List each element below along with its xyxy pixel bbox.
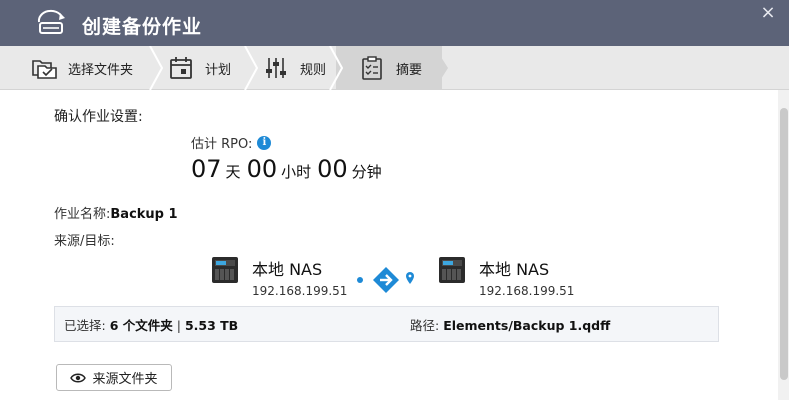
rpo-days: 07 (191, 155, 222, 183)
sliders-icon (266, 58, 286, 78)
step-separator (149, 46, 164, 90)
selected-separator: | (176, 317, 181, 333)
source-nas-name: 本地 NAS (252, 260, 323, 279)
step-schedule[interactable]: 计划 (167, 46, 231, 90)
selected-size: 5.53 TB (184, 317, 239, 333)
calendar-icon (170, 57, 192, 79)
source-folder-button-label: 来源文件夹 (92, 372, 158, 387)
selection-summary-box: 已选择: 6 个文件夹 | 5.53 TB 路径: Elements/Backu… (54, 306, 719, 342)
selected-info: 已选择: 6 个文件夹 | 5.53 TB (64, 315, 238, 334)
step-label: 摘要 (396, 62, 423, 78)
source-nas-ip: 192.168.199.51 (252, 284, 348, 298)
rpo-label: 估计 RPO: (191, 137, 253, 152)
step-summary[interactable]: 摘要 (358, 46, 422, 90)
nas-icon (439, 257, 465, 283)
rpo-minutes-unit: 分钟 (351, 163, 382, 181)
step-separator (329, 46, 344, 90)
eye-icon (70, 373, 87, 382)
source-target-label: 来源/目标: (54, 234, 115, 249)
source-folder-button[interactable]: 来源文件夹 (56, 364, 172, 391)
path-value: Elements/Backup 1.qdff (443, 317, 611, 333)
folder-select-icon (32, 60, 57, 79)
job-name-value: Backup 1 (110, 207, 178, 222)
rpo-days-unit: 天 (225, 163, 241, 181)
path-info: 路径: Elements/Backup 1.qdff (410, 315, 610, 334)
nas-icon (212, 257, 238, 283)
transfer-flow (357, 267, 414, 293)
backup-job-icon (37, 9, 65, 34)
step-label: 计划 (205, 62, 232, 78)
source-nas: 本地 NAS 192.168.199.51 (212, 256, 347, 298)
target-nas-ip: 192.168.199.51 (479, 284, 575, 298)
step-rules[interactable]: 规则 (262, 46, 326, 90)
step-separator (244, 46, 259, 90)
rpo-label-row: 估计 RPO: i (191, 133, 272, 152)
scrollbar-thumb[interactable] (780, 108, 788, 380)
step-label: 选择文件夹 (68, 62, 134, 78)
clipboard-icon (362, 56, 382, 80)
target-nas-name: 本地 NAS (479, 260, 550, 279)
job-name-label: 作业名称: (54, 207, 111, 222)
step-separator (434, 46, 448, 90)
source-dot-icon (357, 277, 363, 283)
arrow-diamond-icon (373, 267, 399, 293)
info-icon[interactable]: i (257, 135, 272, 150)
confirm-settings-heading: 确认作业设置: (54, 109, 143, 125)
rpo-minutes: 00 (317, 155, 348, 183)
path-label: 路径: (410, 317, 440, 333)
target-nas: 本地 NAS 192.168.199.51 (439, 256, 574, 298)
title-bar: 创建备份作业 × (0, 0, 789, 46)
step-select-folder[interactable]: 选择文件夹 (30, 46, 133, 90)
rpo-hours-unit: 小时 (281, 163, 312, 181)
step-label: 规则 (300, 62, 327, 78)
selected-folders: 6 个文件夹 (109, 317, 173, 333)
close-button[interactable]: × (759, 4, 777, 22)
location-pin-icon (406, 272, 414, 284)
rpo-hours: 00 (246, 155, 278, 183)
window-title: 创建备份作业 (82, 16, 203, 38)
job-name-row: 作业名称:Backup 1 (54, 203, 178, 222)
rpo-value: 07 天 00 小时 00 分钟 (191, 155, 388, 183)
selected-label: 已选择: (64, 317, 106, 333)
